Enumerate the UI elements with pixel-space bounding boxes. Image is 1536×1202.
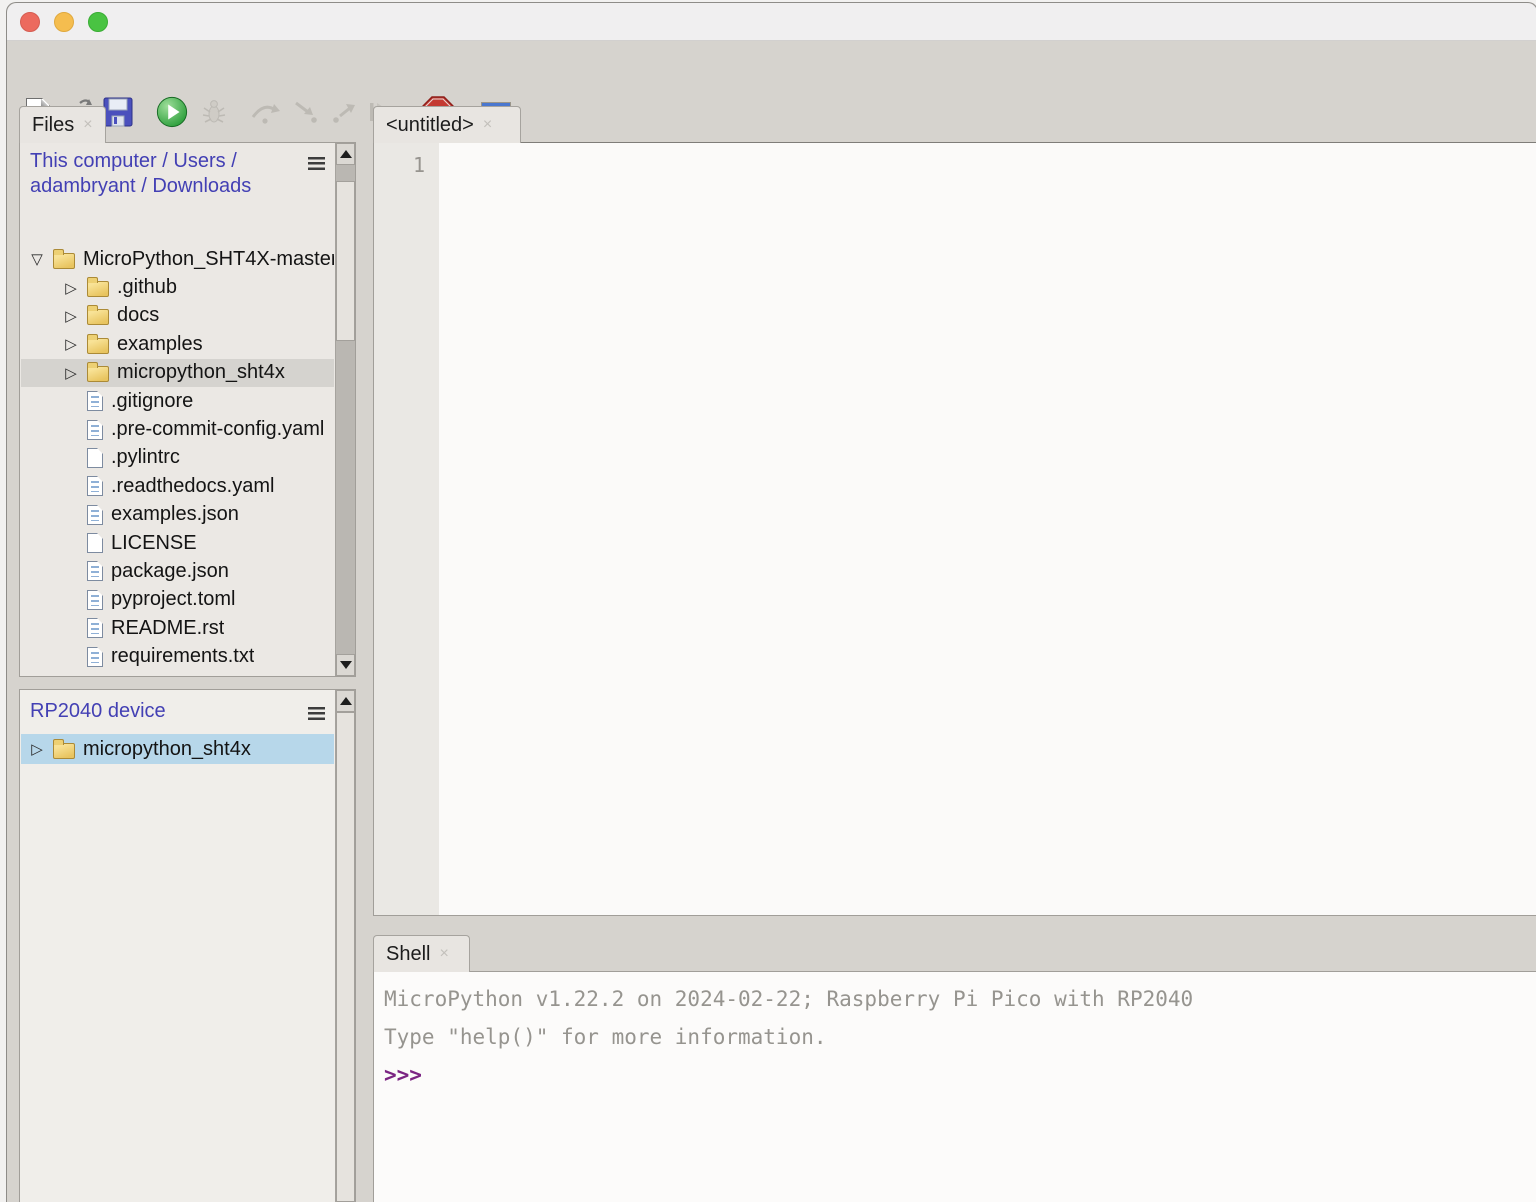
arrow-down-icon — [340, 661, 352, 669]
tree-item-file[interactable]: requirements.txt — [21, 642, 334, 670]
tab-editor-untitled[interactable]: <untitled> × — [373, 106, 521, 143]
folder-icon — [87, 309, 109, 325]
scroll-up-button[interactable] — [336, 690, 355, 712]
files-tree: ▽ MicroPython_SHT4X-master ▷ .github ▷ d… — [21, 245, 334, 675]
path-segment-downloads[interactable]: Downloads — [152, 175, 251, 197]
toolbar: STOP — [7, 41, 1536, 107]
scroll-down-button[interactable] — [336, 654, 355, 676]
device-panel: RP2040 device ▷ micropython_sht4x — [19, 689, 356, 1202]
step-over-icon — [250, 99, 282, 125]
path-segment-users[interactable]: Users — [173, 150, 225, 172]
save-file-button[interactable] — [101, 95, 135, 129]
editor-tab-label: <untitled> — [386, 114, 474, 137]
step-over-button — [249, 95, 283, 129]
arrow-up-icon — [340, 150, 352, 158]
tree-item-folder[interactable]: ▷ examples — [21, 330, 334, 358]
scroll-up-button[interactable] — [336, 143, 355, 165]
text-file-icon — [87, 647, 103, 667]
path-separator: / — [141, 175, 147, 197]
tree-item-file[interactable]: LICENSE — [21, 529, 334, 557]
chevron-collapsed-icon[interactable]: ▷ — [63, 364, 79, 382]
folder-icon — [87, 366, 109, 382]
folder-icon — [53, 253, 75, 269]
line-number-gutter: 1 — [374, 143, 439, 915]
line-number: 1 — [413, 153, 425, 177]
tree-item-file[interactable]: package.json — [21, 557, 334, 585]
device-panel-title: RP2040 device — [30, 700, 166, 723]
tree-item-folder-selected[interactable]: ▷ micropython_sht4x — [21, 734, 334, 764]
device-menu-icon[interactable] — [308, 707, 325, 720]
chevron-collapsed-icon[interactable]: ▷ — [29, 740, 45, 758]
tree-item-folder-selected[interactable]: ▷ micropython_sht4x — [21, 359, 334, 387]
debug-button — [197, 95, 231, 129]
plain-file-icon — [87, 533, 103, 553]
tab-shell[interactable]: Shell × — [373, 935, 470, 972]
path-separator: / — [231, 150, 237, 172]
vertical-splitter[interactable] — [356, 106, 373, 1202]
path-segment-adambryant[interactable]: adambryant — [30, 175, 136, 197]
code-editor[interactable] — [439, 143, 1536, 915]
shell-prompt: >>> — [384, 1056, 1536, 1094]
minimize-window-button[interactable] — [54, 12, 74, 32]
scrollbar-thumb[interactable] — [336, 181, 355, 341]
tree-item-file[interactable]: README.rst — [21, 614, 334, 642]
chevron-collapsed-icon[interactable]: ▷ — [63, 335, 79, 353]
text-file-icon — [87, 420, 103, 440]
app-window: STOP Files × This computer / Users / ada… — [6, 2, 1536, 1202]
shell-help-line: Type "help()" for more information. — [384, 1018, 1536, 1056]
text-file-icon — [87, 476, 103, 496]
run-button[interactable] — [155, 95, 189, 129]
folder-icon — [87, 281, 109, 297]
tree-item-file[interactable]: pyproject.toml — [21, 586, 334, 614]
folder-icon — [87, 338, 109, 354]
text-file-icon — [87, 561, 103, 581]
step-into-icon — [292, 99, 320, 125]
tree-item-folder[interactable]: ▷ docs — [21, 302, 334, 330]
step-out-icon — [330, 99, 358, 125]
text-file-icon — [87, 391, 103, 411]
tree-item-folder[interactable]: ▽ MicroPython_SHT4X-master — [21, 245, 334, 273]
files-scrollbar[interactable] — [335, 143, 355, 676]
plain-file-icon — [87, 448, 103, 468]
path-root-link[interactable]: This computer — [30, 150, 157, 172]
chevron-collapsed-icon[interactable]: ▷ — [63, 307, 79, 325]
shell-welcome-line: MicroPython v1.22.2 on 2024-02-22; Raspb… — [384, 980, 1536, 1018]
tab-files[interactable]: Files × — [19, 106, 106, 143]
shell-tab-label: Shell — [386, 943, 430, 966]
files-panel: This computer / Users / adambryant / Dow… — [19, 142, 356, 677]
chevron-expanded-icon[interactable]: ▽ — [29, 250, 45, 268]
tree-item-file[interactable]: .gitignore — [21, 387, 334, 415]
tree-item-file[interactable]: examples.json — [21, 501, 334, 529]
device-scrollbar[interactable] — [335, 690, 355, 1202]
text-file-icon — [87, 505, 103, 525]
bug-icon — [200, 98, 228, 126]
zoom-window-button[interactable] — [88, 12, 108, 32]
arrow-up-icon — [340, 697, 352, 705]
text-file-icon — [87, 618, 103, 638]
editor-panel: 1 — [373, 142, 1536, 916]
tree-item-file[interactable]: .pylintrc — [21, 444, 334, 472]
run-icon — [155, 94, 189, 130]
tree-item-file[interactable]: .pre-commit-config.yaml — [21, 415, 334, 443]
titlebar[interactable] — [7, 3, 1536, 41]
chevron-collapsed-icon[interactable]: ▷ — [63, 279, 79, 297]
save-floppy-icon — [103, 97, 133, 127]
files-menu-icon[interactable] — [308, 157, 325, 170]
tree-item-file[interactable]: .readthedocs.yaml — [21, 472, 334, 500]
close-files-tab-icon[interactable]: × — [83, 117, 92, 133]
text-file-icon — [87, 590, 103, 610]
breadcrumb: This computer / Users / adambryant / Dow… — [30, 149, 316, 199]
tree-item-folder[interactable]: ▷ .github — [21, 273, 334, 301]
folder-icon — [53, 743, 75, 759]
shell-panel[interactable]: MicroPython v1.22.2 on 2024-02-22; Raspb… — [373, 971, 1536, 1202]
close-shell-tab-icon[interactable]: × — [439, 946, 448, 962]
scrollbar-thumb[interactable] — [336, 712, 355, 1202]
step-into-button — [289, 95, 323, 129]
close-window-button[interactable] — [20, 12, 40, 32]
path-separator: / — [162, 150, 168, 172]
close-editor-tab-icon[interactable]: × — [483, 117, 492, 133]
device-tree: ▷ micropython_sht4x — [21, 734, 334, 764]
files-tab-label: Files — [32, 114, 74, 137]
horizontal-splitter[interactable] — [373, 916, 1536, 935]
